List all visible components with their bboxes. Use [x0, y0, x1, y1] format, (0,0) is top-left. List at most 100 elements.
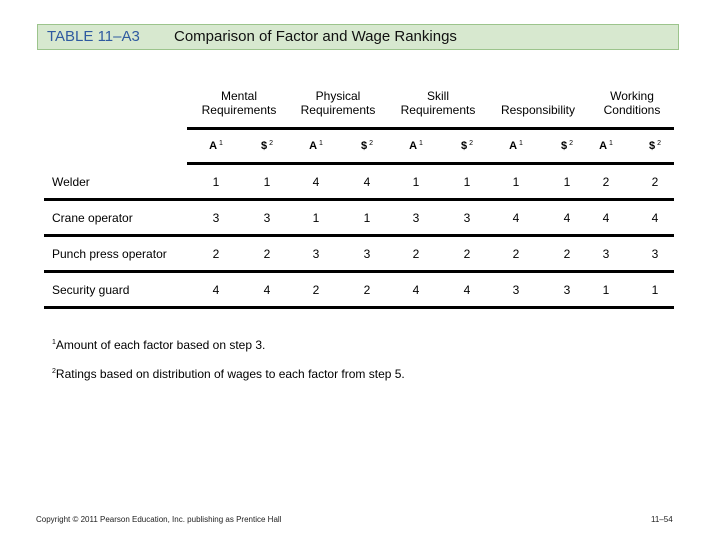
factor-rank-cell: 4	[602, 211, 610, 225]
factor-header: Physical Requirements	[283, 89, 393, 117]
subheader-label: $	[260, 140, 268, 152]
subheader-footnote-marker: 1	[219, 140, 223, 147]
wage-rank-cell: 4	[263, 283, 271, 297]
factor-rank-cell: 4	[512, 211, 520, 225]
table-title: Comparison of Factor and Wage Rankings	[174, 28, 457, 45]
wage-rank-cell: 1	[651, 283, 659, 297]
factor-rank-cell: 3	[212, 211, 220, 225]
subheader-label: A	[209, 140, 218, 152]
factor-header-line1: Working	[610, 89, 654, 103]
wage-rank-cell: 4	[651, 211, 659, 225]
copyright-footer: Copyright © 2011 Pearson Education, Inc.…	[36, 515, 282, 524]
subheader-label: $	[360, 140, 368, 152]
wage-rank-cell: 2	[363, 283, 371, 297]
subheader-footnote-marker: 2	[369, 140, 374, 147]
wage-rank-cell: 2	[463, 247, 471, 261]
row-rule	[44, 306, 674, 309]
factor-rank-cell: 3	[412, 211, 420, 225]
factor-rank-cell: 3	[312, 247, 320, 261]
factor-amount-header: A1	[296, 140, 336, 152]
wage-rank-cell: 1	[263, 175, 271, 189]
wage-rank-cell: 1	[363, 211, 371, 225]
wage-rating-header: $2	[447, 140, 487, 152]
factor-rank-cell: 1	[602, 283, 610, 297]
header-bottom-rule	[187, 162, 674, 165]
factor-rank-cell: 1	[512, 175, 520, 189]
job-title: Security guard	[52, 283, 130, 297]
subheader-footnote-marker: 1	[609, 140, 613, 147]
subheader-footnote-marker: 2	[569, 140, 574, 147]
wage-rank-cell: 3	[563, 283, 571, 297]
factor-header-line1: Physical	[315, 89, 361, 103]
factor-header-line2: Requirements	[201, 103, 277, 117]
row-rule	[44, 234, 674, 237]
row-rule	[44, 270, 674, 273]
wage-rating-header: $2	[635, 140, 675, 152]
wage-rating-header: $2	[247, 140, 287, 152]
factor-rank-cell: 2	[312, 283, 320, 297]
page-number: 11–54	[651, 515, 673, 524]
subheader-footnote-marker: 2	[269, 140, 274, 147]
subheader-label: A	[309, 140, 318, 152]
factor-amount-header: A1	[196, 140, 236, 152]
header-top-rule	[187, 127, 674, 130]
table-title-bar: TABLE 11–A3 Comparison of Factor and Wag…	[37, 24, 679, 50]
subheader-label: A	[509, 140, 518, 152]
factor-rank-cell: 4	[412, 283, 420, 297]
factor-rank-cell: 2	[512, 247, 520, 261]
subheader-label: A	[599, 140, 608, 152]
factor-rank-cell: 2	[602, 175, 610, 189]
wage-rank-cell: 3	[463, 211, 471, 225]
wage-rank-cell: 4	[363, 175, 371, 189]
job-title: Punch press operator	[52, 247, 167, 261]
factor-amount-header: A1	[496, 140, 536, 152]
wage-rating-header: $2	[547, 140, 587, 152]
factor-rank-cell: 1	[212, 175, 220, 189]
wage-rank-cell: 2	[651, 175, 659, 189]
factor-header-line1: Skill	[426, 89, 449, 103]
subheader-label: $	[460, 140, 468, 152]
wage-rating-header: $2	[347, 140, 387, 152]
factor-rank-cell: 2	[412, 247, 420, 261]
factor-rank-cell: 4	[312, 175, 320, 189]
table-number: TABLE 11–A3	[47, 28, 140, 45]
factor-header-line2: Requirements	[400, 103, 476, 117]
factor-rank-cell: 4	[212, 283, 220, 297]
subheader-label: $	[648, 140, 656, 152]
wage-rank-cell: 2	[263, 247, 271, 261]
factor-header: Mental Requirements	[184, 89, 294, 117]
factor-rank-cell: 1	[412, 175, 420, 189]
footnote-1-text: Amount of each factor based on step 3.	[55, 338, 266, 352]
subheader-footnote-marker: 2	[657, 140, 662, 147]
factor-rank-cell: 1	[312, 211, 320, 225]
wage-rank-cell: 1	[563, 175, 571, 189]
footnote-1: 1Amount of each factor based on step 3.	[52, 338, 265, 352]
factor-rank-cell: 3	[512, 283, 520, 297]
row-rule	[44, 198, 674, 201]
subheader-footnote-marker: 1	[319, 140, 323, 147]
factor-header-line1: Mental	[220, 89, 258, 103]
wage-rank-cell: 4	[563, 211, 571, 225]
subheader-label: $	[560, 140, 568, 152]
factor-header: Skill Requirements	[383, 89, 493, 117]
wage-rank-cell: 2	[563, 247, 571, 261]
footnote-2-text: Ratings based on distribution of wages t…	[55, 367, 405, 381]
wage-rank-cell: 1	[463, 175, 471, 189]
wage-rank-cell: 3	[363, 247, 371, 261]
subheader-footnote-marker: 2	[469, 140, 474, 147]
factor-header-line2: Requirements	[300, 103, 376, 117]
wage-rank-cell: 4	[463, 283, 471, 297]
wage-rank-cell: 3	[651, 247, 659, 261]
factor-rank-cell: 2	[212, 247, 220, 261]
subheader-footnote-marker: 1	[519, 140, 523, 147]
factor-header: Working Conditions	[577, 89, 687, 117]
job-title: Welder	[52, 175, 90, 189]
factor-amount-header: A1	[586, 140, 626, 152]
factor-rank-cell: 3	[602, 247, 610, 261]
subheader-label: A	[409, 140, 418, 152]
wage-rank-cell: 3	[263, 211, 271, 225]
subheader-footnote-marker: 1	[419, 140, 423, 147]
factor-header-line2: Conditions	[603, 103, 661, 117]
factor-amount-header: A1	[396, 140, 436, 152]
footnote-2: 2Ratings based on distribution of wages …	[52, 367, 405, 381]
